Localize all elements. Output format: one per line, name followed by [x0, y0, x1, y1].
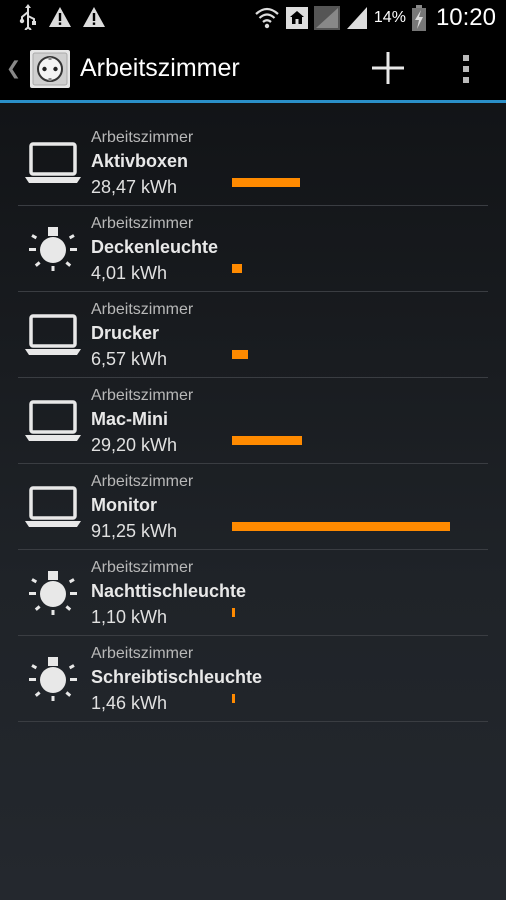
device-consumption: 1,10 kWh	[91, 607, 168, 627]
laptop-icon	[25, 142, 81, 183]
device-room: Arbeitszimmer	[91, 645, 194, 662]
consumption-bar	[232, 436, 302, 445]
action-bar	[0, 36, 506, 100]
device-consumption: 1,46 kWh	[91, 693, 168, 713]
consumption-bar	[232, 264, 242, 273]
power-socket-icon[interactable]	[30, 50, 70, 88]
device-name: Deckenleuchte	[91, 237, 219, 257]
device-name: Aktivboxen	[91, 151, 189, 171]
device-name: Monitor	[91, 495, 157, 515]
laptop-icon	[25, 314, 81, 355]
consumption-bar	[232, 522, 450, 531]
device-consumption: 29,20 kWh	[91, 435, 178, 455]
device-room: Arbeitszimmer	[91, 559, 194, 576]
signal-icon	[346, 7, 367, 29]
device-room: Arbeitszimmer	[91, 301, 194, 318]
warning-icon	[83, 7, 105, 27]
list-item[interactable]: Arbeitszimmer Drucker 6,57 kWh	[18, 292, 488, 378]
lightbulb-icon	[29, 657, 77, 701]
clock: 10:20	[435, 4, 496, 31]
add-icon[interactable]	[368, 48, 408, 88]
signal-icon	[313, 6, 340, 30]
lightbulb-icon	[29, 227, 77, 271]
consumption-bar	[232, 608, 235, 617]
status-bar: 14% 10:20	[0, 0, 506, 36]
consumption-bar	[232, 350, 248, 359]
device-room: Arbeitszimmer	[91, 215, 194, 232]
list-item[interactable]: Arbeitszimmer Aktivboxen 28,47 kWh	[18, 120, 488, 206]
device-name: Schreibtischleuchte	[91, 667, 263, 687]
list-item[interactable]: Arbeitszimmer Schreibtischleuchte 1,46 k…	[18, 636, 488, 722]
device-room: Arbeitszimmer	[91, 129, 194, 146]
device-list: Arbeitszimmer Aktivboxen 28,47 kWh Arbei…	[18, 120, 488, 722]
chevron-left-icon[interactable]: ❮	[6, 58, 21, 79]
battery-percent: 14%	[373, 9, 406, 26]
lightbulb-icon	[29, 571, 77, 615]
device-name: Mac-Mini	[91, 409, 169, 429]
device-name: Drucker	[91, 323, 160, 343]
list-item[interactable]: Arbeitszimmer Mac-Mini 29,20 kWh	[18, 378, 488, 464]
device-room: Arbeitszimmer	[91, 473, 194, 490]
battery-charging-icon	[411, 5, 426, 31]
device-consumption: 91,25 kWh	[91, 521, 178, 541]
warning-icon	[49, 7, 71, 27]
content-area: Arbeitszimmer Aktivboxen 28,47 kWh Arbei…	[0, 103, 506, 900]
device-consumption: 4,01 kWh	[91, 263, 168, 283]
overflow-menu-icon[interactable]	[452, 50, 480, 88]
list-item[interactable]: Arbeitszimmer Nachttischleuchte 1,10 kWh	[18, 550, 488, 636]
list-item[interactable]: Arbeitszimmer Deckenleuchte 4,01 kWh	[18, 206, 488, 292]
laptop-icon	[25, 400, 81, 441]
device-name: Nachttischleuchte	[91, 581, 247, 601]
consumption-bar	[232, 178, 300, 187]
list-item[interactable]: Arbeitszimmer Monitor 91,25 kWh	[18, 464, 488, 550]
home-icon	[285, 7, 308, 29]
device-consumption: 28,47 kWh	[91, 177, 178, 197]
device-consumption: 6,57 kWh	[91, 349, 168, 369]
device-room: Arbeitszimmer	[91, 387, 194, 404]
wifi-icon	[255, 7, 279, 29]
consumption-bar	[232, 694, 235, 703]
page-title: Arbeitszimmer	[80, 54, 240, 82]
laptop-icon	[25, 486, 81, 527]
usb-icon	[19, 4, 36, 30]
